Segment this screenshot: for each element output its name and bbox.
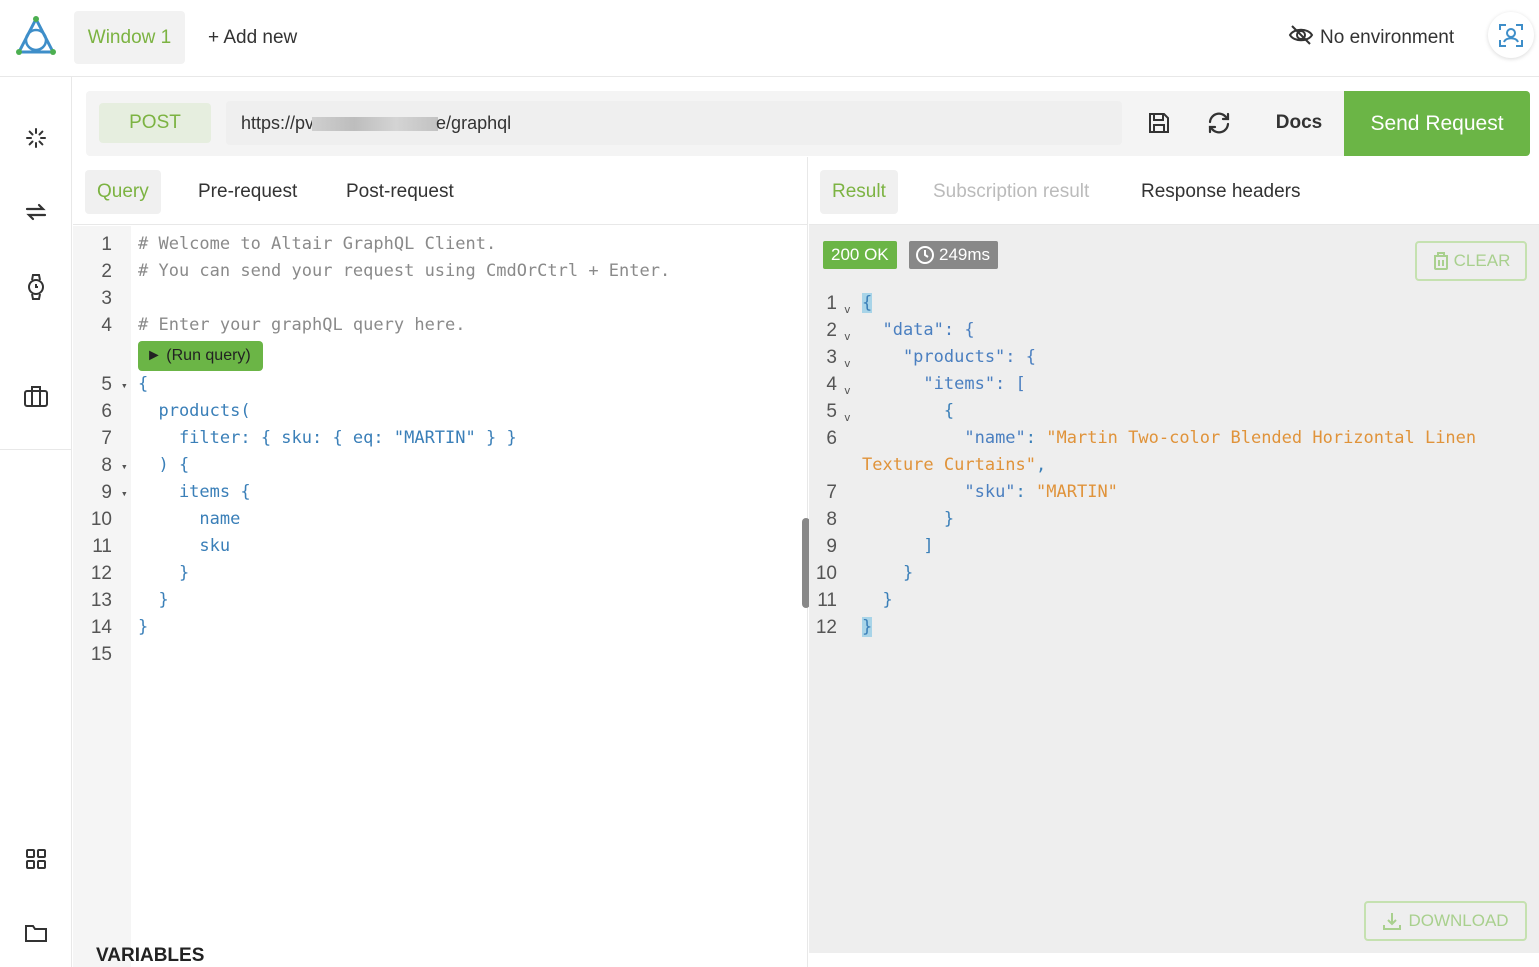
download-label: DOWNLOAD (1408, 911, 1509, 930)
result-tabs: Result Subscription result Response head… (809, 157, 1539, 225)
download-button[interactable]: DOWNLOAD (1364, 901, 1527, 941)
environment-label: No environment (1320, 27, 1455, 48)
save-icon[interactable] (1142, 106, 1176, 140)
sync-icon[interactable] (20, 196, 52, 228)
url-redacted (312, 117, 439, 132)
query-tabs: Query Pre-request Post-request (73, 157, 807, 225)
loader-icon[interactable] (20, 122, 52, 154)
result-pane: Result Subscription result Response head… (809, 157, 1539, 953)
grid-icon[interactable] (20, 843, 52, 875)
http-method-select[interactable]: POST (99, 103, 211, 143)
variables-header[interactable]: VARIABLES (96, 945, 204, 967)
url-input[interactable]: https://pv e/graphql (226, 101, 1122, 145)
line-gutter (73, 226, 131, 967)
sidebar (0, 77, 72, 967)
url-prefix: https://pv (241, 113, 315, 133)
response-time-badge: 249ms (909, 241, 999, 269)
docs-button[interactable]: Docs (1264, 101, 1334, 145)
download-icon (1383, 913, 1402, 930)
status-badge: 200 OK (823, 241, 897, 269)
url-suffix: e/graphql (436, 113, 512, 133)
response-time-label: 249ms (939, 245, 991, 264)
refresh-icon[interactable] (1202, 106, 1236, 140)
tab-response-headers[interactable]: Response headers (1129, 170, 1313, 214)
briefcase-icon[interactable] (20, 380, 52, 412)
top-bar: Window 1 + Add new No environment (0, 0, 1539, 77)
altair-logo-icon (16, 15, 56, 58)
account-icon[interactable] (1488, 12, 1534, 58)
trash-icon (1433, 252, 1448, 270)
run-query-label: (Run query) (166, 347, 251, 364)
request-bar: POST https://pv e/graphql Docs Send Reque… (86, 91, 1530, 156)
watch-icon[interactable] (20, 271, 52, 303)
tab-result[interactable]: Result (820, 170, 898, 214)
send-request-button[interactable]: Send Request (1344, 91, 1530, 156)
add-new-window-button[interactable]: + Add new (208, 11, 297, 64)
environment-selector[interactable]: No environment (1288, 22, 1454, 54)
tab-query[interactable]: Query (85, 170, 161, 214)
clear-button[interactable]: CLEAR (1415, 241, 1527, 281)
eye-off-icon (1288, 22, 1314, 54)
tab-post-request[interactable]: Post-request (334, 170, 466, 214)
window-tab[interactable]: Window 1 (74, 11, 185, 64)
clear-label: CLEAR (1453, 251, 1511, 270)
folder-icon[interactable] (20, 917, 52, 949)
clock-icon (916, 246, 934, 264)
tab-subscription-result[interactable]: Subscription result (921, 170, 1101, 214)
tab-pre-request[interactable]: Pre-request (186, 170, 309, 214)
query-pane: Query Pre-request Post-request (73, 157, 808, 967)
sidebar-divider (0, 449, 72, 450)
run-query-button[interactable]: ► (Run query) (138, 341, 263, 371)
